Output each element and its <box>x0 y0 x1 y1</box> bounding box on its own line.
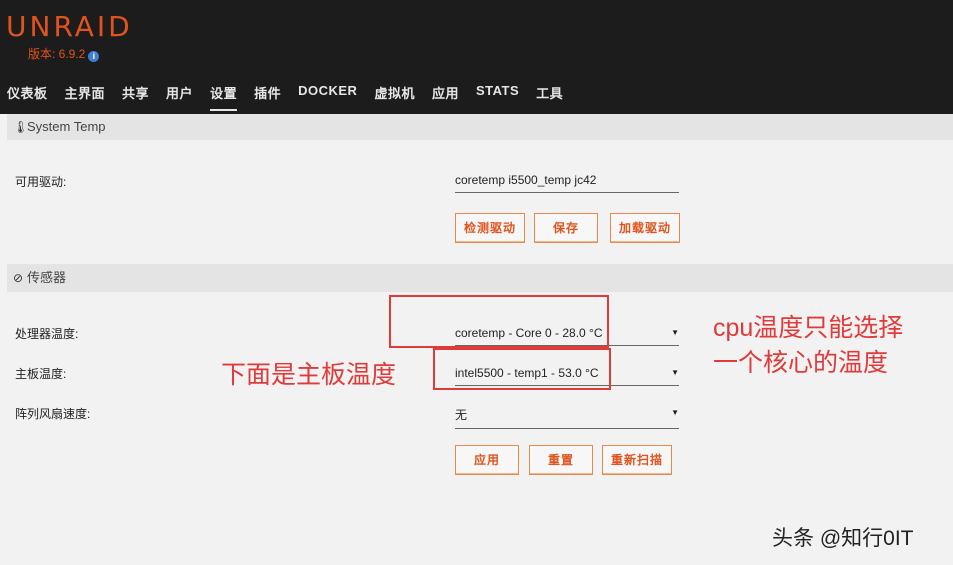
board-annotation-text: 下面是主板温度 <box>221 361 397 389</box>
available-drivers-value: coretemp i5500_temp jc42 <box>455 173 597 187</box>
board-temp-label: 主板温度: <box>15 367 67 381</box>
version-label: 版本: 6.9.2 i <box>28 45 100 62</box>
top-header: UNRAID 版本: 6.9.2 i 仪表板 主界面 共享 用户 设置 插件 DO… <box>0 0 953 114</box>
apply-button[interactable]: 应用 <box>455 445 519 475</box>
thermometer-icon: 🌡 <box>13 120 29 134</box>
detect-drivers-button[interactable]: 检测驱动 <box>455 213 525 243</box>
fan-speed-label: 阵列风扇速度: <box>15 407 91 421</box>
info-icon[interactable]: i <box>88 51 100 62</box>
chevron-down-icon: ▼ <box>671 368 679 377</box>
version-text: 版本: 6.9.2 <box>28 47 86 61</box>
cpu-annotation-line1: cpu温度只能选择 <box>713 314 904 342</box>
sensors-section-header: ⊘ 传感器 <box>7 264 953 292</box>
nav-apps[interactable]: 应用 <box>432 83 459 102</box>
board-annotation-box <box>433 348 611 390</box>
cpu-temp-label: 处理器温度: <box>15 327 79 341</box>
system-temp-section-header: 🌡 System Temp <box>7 114 953 140</box>
gauge-icon: ⊘ <box>13 271 24 285</box>
available-drivers-field[interactable]: coretemp i5500_temp jc42 <box>455 173 679 193</box>
cpu-annotation-box <box>389 295 609 348</box>
nav-plugins[interactable]: 插件 <box>254 83 281 102</box>
nav-main[interactable]: 主界面 <box>65 83 106 102</box>
rescan-button[interactable]: 重新扫描 <box>602 445 672 475</box>
available-drivers-label: 可用驱动: <box>15 175 67 189</box>
nav-shares[interactable]: 共享 <box>122 83 149 102</box>
section-title: System Temp <box>27 119 106 134</box>
nav-users[interactable]: 用户 <box>166 83 193 102</box>
nav-tools[interactable]: 工具 <box>536 83 563 102</box>
reset-button[interactable]: 重置 <box>529 445 593 475</box>
nav-stats[interactable]: STATS <box>476 83 519 102</box>
nav-vms[interactable]: 虚拟机 <box>374 83 415 102</box>
chevron-down-icon: ▼ <box>671 408 679 417</box>
watermark: 头条 @知行0IT <box>772 527 914 550</box>
fan-speed-value: 无 <box>455 408 468 422</box>
load-drivers-button[interactable]: 加载驱动 <box>610 213 680 243</box>
save-button[interactable]: 保存 <box>534 213 598 243</box>
nav-settings[interactable]: 设置 <box>210 83 238 111</box>
unraid-logo[interactable]: UNRAID <box>6 10 133 43</box>
cpu-annotation-line2: 一个核心的温度 <box>713 349 889 377</box>
section-title: 传感器 <box>27 270 67 285</box>
nav-docker[interactable]: DOCKER <box>298 83 357 102</box>
chevron-down-icon: ▼ <box>671 328 679 337</box>
main-nav: 仪表板 主界面 共享 用户 设置 插件 DOCKER 虚拟机 应用 STATS … <box>7 83 580 111</box>
nav-dashboard[interactable]: 仪表板 <box>7 83 48 102</box>
fan-speed-select[interactable]: 无 ▼ <box>455 406 679 429</box>
